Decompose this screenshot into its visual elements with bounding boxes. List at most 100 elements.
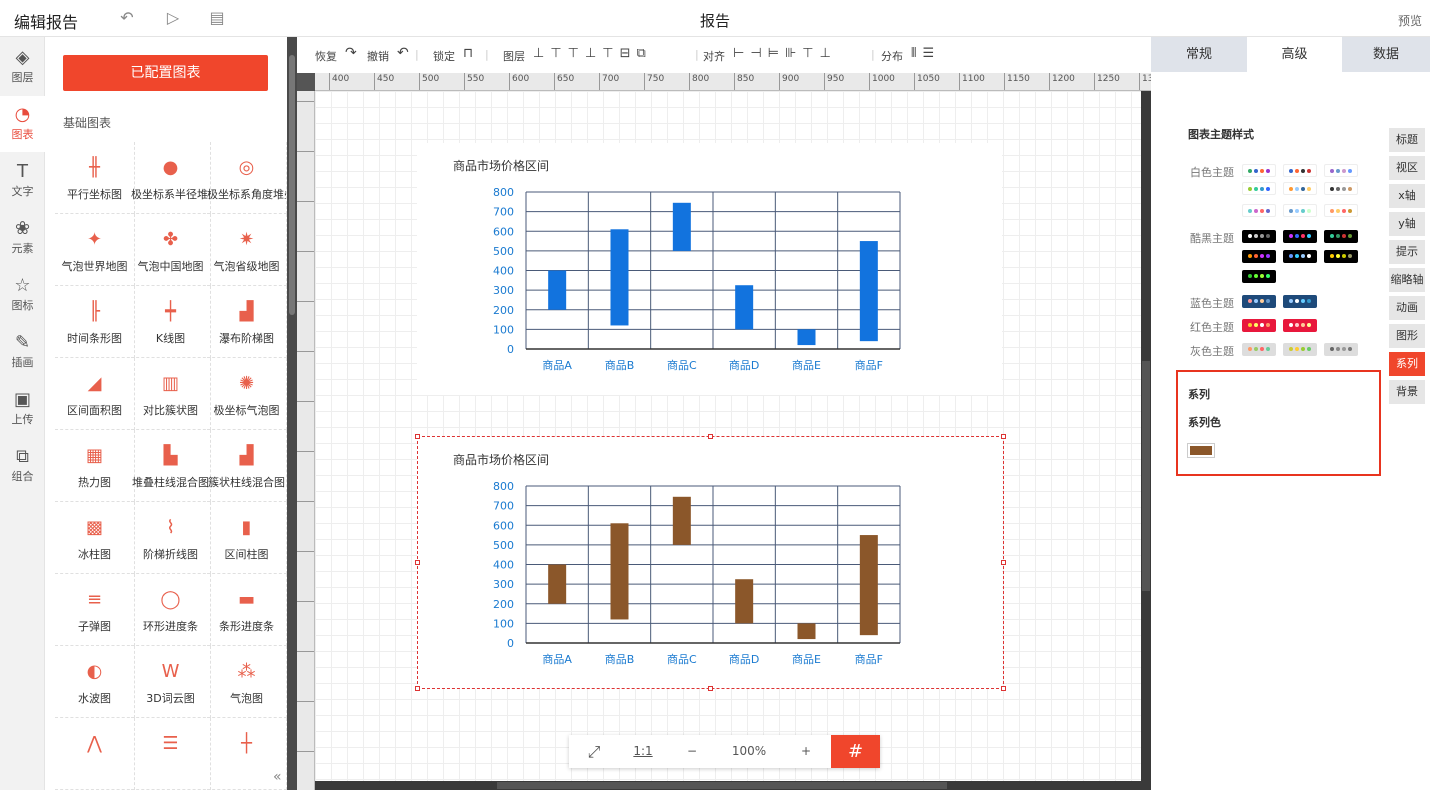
nav-item-2[interactable]: T 文字 <box>0 153 45 209</box>
theme-swatch[interactable] <box>1242 319 1276 332</box>
zoom-out-button[interactable]: − <box>667 735 717 768</box>
side-tab-6[interactable]: 动画 <box>1389 296 1425 320</box>
theme-swatch[interactable] <box>1283 230 1317 243</box>
chart-type-item[interactable]: ▟ 瀑布阶梯图 <box>207 286 287 358</box>
fit-screen-icon[interactable]: ⤢ <box>569 735 619 768</box>
chart-type-item[interactable]: ✺ 极坐标气泡图 <box>207 358 287 430</box>
theme-swatch[interactable] <box>1242 270 1276 283</box>
chart-type-item[interactable]: ▦ 热力图 <box>55 430 135 502</box>
theme-swatch[interactable] <box>1324 250 1358 263</box>
canvas-horizontal-scrollbar[interactable] <box>315 781 1141 790</box>
chart-type-item[interactable]: ✷ 气泡省级地图 <box>207 214 287 286</box>
resize-handle[interactable] <box>415 686 420 691</box>
layer-order-icons[interactable]: ⊥⊤⊤⊥⊤⊟⧉ <box>533 46 652 61</box>
series-color-picker[interactable] <box>1188 444 1214 457</box>
chart-type-item[interactable]: ▙ 堆叠柱线混合图 <box>131 430 211 502</box>
theme-swatch[interactable] <box>1242 204 1276 217</box>
tab-1[interactable]: 高级 <box>1247 37 1342 72</box>
chart-type-item[interactable]: ◎ 极坐标系角度堆叠 <box>207 142 287 214</box>
resize-handle[interactable] <box>415 434 420 439</box>
theme-swatch[interactable] <box>1324 182 1358 195</box>
chart-type-item[interactable]: ● 极坐标系半径堆叠 <box>131 142 211 214</box>
side-tab-2[interactable]: x轴 <box>1389 184 1425 208</box>
resize-handle[interactable] <box>708 434 713 439</box>
collapse-icon[interactable]: « <box>273 769 282 785</box>
theme-swatch[interactable] <box>1242 230 1276 243</box>
distribute-icons[interactable]: ⫴☰ <box>911 46 940 61</box>
theme-swatch[interactable] <box>1283 343 1317 356</box>
configured-charts-button[interactable]: 已配置图表 <box>63 55 268 91</box>
chart-type-item[interactable]: ✦ 气泡世界地图 <box>55 214 135 286</box>
tab-0[interactable]: 常规 <box>1151 37 1247 72</box>
nav-item-6[interactable]: ▣ 上传 <box>0 381 45 437</box>
align-icons[interactable]: ⊢⊣⊨⊪⊤⊥ <box>733 46 837 61</box>
theme-swatch[interactable] <box>1283 295 1317 308</box>
resize-handle[interactable] <box>1001 560 1006 565</box>
side-tab-7[interactable]: 图形 <box>1389 324 1425 348</box>
resize-handle[interactable] <box>1001 434 1006 439</box>
distribute-button[interactable]: 分布 <box>881 48 903 64</box>
chart-type-item[interactable]: ⋀ <box>55 718 135 790</box>
theme-swatch[interactable] <box>1283 182 1317 195</box>
theme-swatch[interactable] <box>1283 250 1317 263</box>
theme-swatch[interactable] <box>1242 295 1276 308</box>
lock-icon[interactable]: ⊓ <box>463 46 473 61</box>
redo-icon[interactable]: ↷ <box>345 45 357 61</box>
nav-item-7[interactable]: ⧉ 组合 <box>0 438 45 494</box>
theme-swatch[interactable] <box>1242 250 1276 263</box>
layer-button[interactable]: 图层 <box>503 48 525 64</box>
chart-type-item[interactable]: ☰ <box>131 718 211 790</box>
actual-size-button[interactable]: 1:1 <box>619 735 667 768</box>
tab-2[interactable]: 数据 <box>1342 37 1430 72</box>
side-tab-5[interactable]: 缩略轴 <box>1389 268 1425 292</box>
side-tab-9[interactable]: 背景 <box>1389 380 1425 404</box>
chart-type-item[interactable]: ┿ K线图 <box>131 286 211 358</box>
zoom-in-button[interactable]: + <box>781 735 831 768</box>
chart-type-item[interactable]: ◢ 区间面积图 <box>55 358 135 430</box>
undo-button[interactable]: 撤销 <box>367 48 389 64</box>
nav-item-3[interactable]: ❀ 元素 <box>0 210 45 266</box>
chart-type-item[interactable]: ⁂ 气泡图 <box>207 646 287 718</box>
undo-arrow-icon[interactable]: ↶ <box>397 45 409 61</box>
resize-handle[interactable] <box>708 686 713 691</box>
chart-blue[interactable]: 商品市场价格区间 0 100 200 300 400 500 600 700 800 商品A 商品B… <box>417 143 1002 395</box>
resize-handle[interactable] <box>1001 686 1006 691</box>
side-tab-4[interactable]: 提示 <box>1389 240 1425 264</box>
side-tab-0[interactable]: 标题 <box>1389 128 1425 152</box>
theme-swatch[interactable] <box>1283 204 1317 217</box>
chart-type-item[interactable]: ◐ 水波图 <box>55 646 135 718</box>
theme-swatch[interactable] <box>1324 164 1358 177</box>
theme-swatch[interactable] <box>1242 343 1276 356</box>
chart-type-item[interactable]: ▟ 簇状柱线混合图 <box>207 430 287 502</box>
theme-swatch[interactable] <box>1324 230 1358 243</box>
chart-type-item[interactable]: ◯ 环形进度条 <box>131 574 211 646</box>
side-tab-8[interactable]: 系列 <box>1389 352 1425 376</box>
chart-type-item[interactable]: ≡ 子弹图 <box>55 574 135 646</box>
theme-swatch[interactable] <box>1242 164 1276 177</box>
chart-type-item[interactable]: ▮ 区间柱图 <box>207 502 287 574</box>
preview-button[interactable]: 预览 <box>1398 12 1422 29</box>
side-tab-1[interactable]: 视区 <box>1389 156 1425 180</box>
theme-swatch[interactable] <box>1283 164 1317 177</box>
nav-item-5[interactable]: ✎ 插画 <box>0 324 45 380</box>
chart-type-item[interactable]: ⌇ 阶梯折线图 <box>131 502 211 574</box>
resize-handle[interactable] <box>415 560 420 565</box>
nav-item-0[interactable]: ◈ 图层 <box>0 39 45 95</box>
report-canvas[interactable]: 商品市场价格区间 0 100 200 300 400 500 600 700 800 商品A 商品B… <box>315 91 1141 781</box>
lock-button[interactable]: 锁定 <box>433 48 455 64</box>
selection-frame[interactable] <box>415 434 1006 691</box>
chart-type-item[interactable]: ✤ 气泡中国地图 <box>131 214 211 286</box>
grid-toggle-button[interactable]: # <box>831 735 880 768</box>
chart-type-item[interactable]: ╟ 时间条形图 <box>55 286 135 358</box>
canvas-vertical-scrollbar[interactable] <box>1141 91 1151 790</box>
palette-scrollbar[interactable] <box>287 37 297 790</box>
theme-swatch[interactable] <box>1283 319 1317 332</box>
nav-item-1[interactable]: ◔ 图表 <box>0 96 45 152</box>
redo-button[interactable]: 恢复 <box>315 48 337 64</box>
nav-item-4[interactable]: ☆ 图标 <box>0 267 45 323</box>
chart-type-item[interactable]: ▥ 对比簇状图 <box>131 358 211 430</box>
side-tab-3[interactable]: y轴 <box>1389 212 1425 236</box>
theme-swatch[interactable] <box>1324 204 1358 217</box>
align-button[interactable]: 对齐 <box>703 48 725 64</box>
chart-type-item[interactable]: ▩ 冰柱图 <box>55 502 135 574</box>
